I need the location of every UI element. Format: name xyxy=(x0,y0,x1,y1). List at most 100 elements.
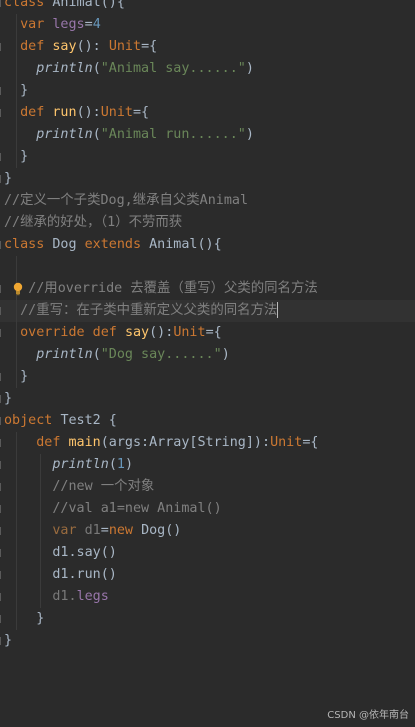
code-token: } xyxy=(4,633,13,648)
code-token: } xyxy=(4,171,13,186)
code-token: //继承的好处，（1）不劳而获 xyxy=(4,215,183,230)
code-token: ( xyxy=(92,127,101,142)
code-line[interactable]: class Animal(){ xyxy=(0,0,415,14)
code-line[interactable]: //重写：在子类中重新定义父类的同名方法 xyxy=(0,300,415,322)
code-line[interactable]: } xyxy=(0,80,415,102)
code-text: } xyxy=(4,366,28,388)
code-text: } xyxy=(4,168,12,190)
code-text: } xyxy=(4,80,28,102)
code-token: ( xyxy=(92,347,101,362)
code-line[interactable]: class Dog extends Animal(){ xyxy=(0,234,415,256)
code-token: ) xyxy=(245,61,254,76)
code-line[interactable]: } xyxy=(0,366,415,388)
code-line[interactable]: d1.legs xyxy=(0,586,415,608)
code-token: } xyxy=(4,391,13,406)
code-token: Test2 { xyxy=(60,413,117,428)
text-caret xyxy=(277,302,279,318)
code-token: (): xyxy=(149,325,174,340)
code-token: Dog() xyxy=(141,523,182,538)
code-token: class xyxy=(4,237,53,252)
code-text: d1.say() xyxy=(4,542,117,564)
code-line[interactable]: } xyxy=(0,168,415,190)
code-line[interactable]: d1.run() xyxy=(0,564,415,586)
code-line[interactable]: def run():Unit={ xyxy=(0,102,415,124)
code-line[interactable]: var d1=new Dog() xyxy=(0,520,415,542)
code-text: d1.legs xyxy=(4,586,108,608)
code-text: //new 一个对象 xyxy=(4,476,154,498)
code-text: def run():Unit={ xyxy=(4,102,149,124)
code-line[interactable]: //val a1=new Animal() xyxy=(0,498,415,520)
code-line[interactable]: } xyxy=(0,630,415,652)
code-token: d1. xyxy=(4,589,77,604)
code-token: run xyxy=(52,105,77,120)
code-line[interactable]: //用override 去覆盖（重写）父类的同名方法 xyxy=(0,278,415,300)
code-token: Animal(){ xyxy=(149,237,222,252)
code-token: = xyxy=(84,17,93,32)
code-token: ={ xyxy=(133,105,150,120)
code-token: //用override 去覆盖（重写）父类的同名方法 xyxy=(28,281,318,296)
code-token: "Animal say......" xyxy=(100,61,246,76)
code-token: say xyxy=(124,325,150,340)
indent-guide xyxy=(16,256,17,278)
code-token: println xyxy=(36,61,93,76)
code-text: def main(args:Array[String]):Unit={ xyxy=(4,432,318,454)
code-token: ( xyxy=(108,457,117,472)
code-token: println xyxy=(36,127,93,142)
code-token: d1.run() xyxy=(4,567,117,582)
code-token: (): xyxy=(76,105,101,120)
code-token: def xyxy=(20,105,53,120)
code-token: 4 xyxy=(92,17,101,32)
code-token: } xyxy=(4,369,29,384)
code-token: = xyxy=(100,523,109,538)
code-token: } xyxy=(4,149,29,164)
code-line[interactable]: def say(): Unit={ xyxy=(0,36,415,58)
code-token: var xyxy=(52,523,85,538)
code-text: println("Animal run......") xyxy=(4,124,254,146)
code-token: say xyxy=(52,39,77,54)
code-line[interactable]: //new 一个对象 xyxy=(0,476,415,498)
code-line[interactable]: //定义一个子类Dog,继承自父类Animal xyxy=(0,190,415,212)
code-text: var legs=4 xyxy=(4,14,101,36)
code-token: override def xyxy=(20,325,125,340)
code-token: Unit xyxy=(270,435,303,450)
code-token: Unit xyxy=(100,105,133,120)
code-line[interactable]: } xyxy=(0,146,415,168)
code-line[interactable]: object Test2 { xyxy=(0,410,415,432)
code-token: ={ xyxy=(205,325,222,340)
code-token: println xyxy=(36,347,93,362)
code-text: class Animal(){ xyxy=(4,0,125,14)
code-text: //重写：在子类中重新定义父类的同名方法 xyxy=(4,300,279,322)
code-text: var d1=new Dog() xyxy=(4,520,181,542)
code-token: extends xyxy=(84,237,150,252)
code-line[interactable]: d1.say() xyxy=(0,542,415,564)
code-token: object xyxy=(4,413,61,428)
code-line[interactable]: } xyxy=(0,388,415,410)
code-line[interactable]: println("Animal run......") xyxy=(0,124,415,146)
code-line[interactable]: var legs=4 xyxy=(0,14,415,36)
code-token: 1 xyxy=(116,457,125,472)
code-line[interactable]: } xyxy=(0,608,415,630)
code-line[interactable]: println(1) xyxy=(0,454,415,476)
code-line[interactable]: override def say():Unit={ xyxy=(0,322,415,344)
code-text: d1.run() xyxy=(4,564,117,586)
code-token: //重写：在子类中重新定义父类的同名方法 xyxy=(20,303,278,318)
code-token: println xyxy=(52,457,109,472)
code-editor[interactable]: class Animal(){ var legs=4 def say(): Un… xyxy=(0,0,415,727)
code-line[interactable]: //继承的好处，（1）不劳而获 xyxy=(0,212,415,234)
code-token: def xyxy=(20,39,53,54)
code-line[interactable]: println("Animal say......") xyxy=(0,58,415,80)
code-text: //用override 去覆盖（重写）父类的同名方法 xyxy=(4,278,318,300)
code-line[interactable] xyxy=(0,256,415,278)
code-token: Dog xyxy=(52,237,85,252)
code-line[interactable]: println("Dog say......") xyxy=(0,344,415,366)
code-line[interactable]: def main(args:Array[String]):Unit={ xyxy=(0,432,415,454)
code-token: "Dog say......" xyxy=(100,347,222,362)
code-token: d1 xyxy=(84,523,101,538)
code-token: //val a1=new Animal() xyxy=(52,501,222,516)
